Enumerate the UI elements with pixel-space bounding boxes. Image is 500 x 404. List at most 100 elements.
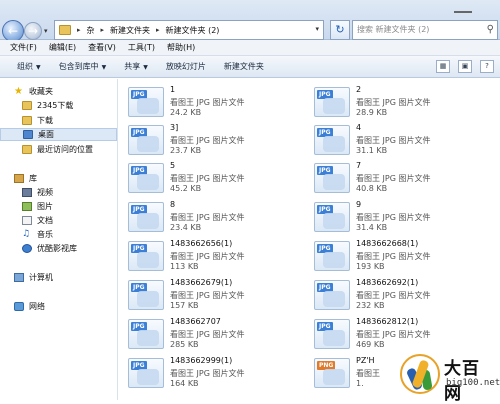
breadcrumb-item[interactable]: 新建文件夹 (2) (166, 25, 220, 36)
file-name: 3] (170, 123, 179, 132)
sidebar-item-desktop[interactable]: 桌面 (0, 128, 117, 141)
organize-button[interactable]: 组织 ▼ (8, 61, 50, 72)
jpg-file-icon: JPG (314, 319, 350, 349)
file-item[interactable]: JPG 9 看图王 JPG 图片文件 31.4 KB (304, 196, 484, 236)
file-list: JPG 1 看图王 JPG 图片文件 24.2 KB JPG 2 看图王 JPG… (118, 79, 500, 404)
sidebar-item-documents[interactable]: 文档 (22, 214, 53, 227)
sidebar-item-label: 音乐 (37, 230, 53, 239)
desktop-icon (23, 130, 33, 139)
sidebar-item-computer[interactable]: 计算机 (14, 271, 53, 284)
sidebar-item-recent[interactable]: 最近访问的位置 (22, 143, 93, 156)
sidebar-item-network[interactable]: 网络 (14, 300, 45, 313)
watermark-url: big100.net (446, 378, 500, 388)
file-name: 4 (356, 123, 362, 132)
file-size: 31.1 KB (356, 146, 388, 155)
breadcrumb-item[interactable]: 杂 (87, 25, 95, 36)
file-item[interactable]: JPG 8 看图王 JPG 图片文件 23.4 KB (118, 196, 298, 236)
menu-help[interactable]: 帮助(H) (161, 42, 201, 53)
file-type: 看图王 JPG 图片文件 (170, 369, 245, 378)
file-size: 193 KB (356, 262, 385, 271)
search-input[interactable]: 搜索 新建文件夹 (2) ⚲ (352, 20, 498, 40)
file-item[interactable]: JPG 4 看图王 JPG 图片文件 31.1 KB (304, 119, 484, 159)
breadcrumb-item[interactable]: 新建文件夹 (110, 25, 150, 36)
file-name: 1483662999(1) (170, 356, 233, 365)
file-item[interactable]: JPG 1483662999(1) 看图王 JPG 图片文件 164 KB (118, 352, 298, 392)
preview-pane-icon[interactable]: ▣ (458, 60, 472, 73)
sidebar-item-2345-downloads[interactable]: 2345下载 (22, 99, 73, 112)
back-button[interactable]: ← (2, 20, 24, 42)
recent-pages-dropdown[interactable]: ▾ (44, 27, 48, 35)
file-name: 1483662668(1) (356, 239, 419, 248)
sidebar-item-label: 网络 (29, 302, 45, 311)
file-item[interactable]: JPG 1483662812(1) 看图王 JPG 图片文件 469 KB (304, 313, 484, 353)
breadcrumb[interactable]: ▸ 杂 ▸ 新建文件夹 ▸ 新建文件夹 (2) ▾ (54, 20, 324, 40)
file-item[interactable]: JPG 2 看图王 JPG 图片文件 28.9 KB (304, 81, 484, 121)
file-item[interactable]: JPG 3] 看图王 JPG 图片文件 23.7 KB (118, 119, 298, 159)
video-icon (22, 188, 32, 197)
sidebar-item-label: 桌面 (38, 130, 54, 139)
file-name: PZ'H (356, 356, 375, 365)
sidebar-item-label: 计算机 (29, 273, 53, 282)
menu-edit[interactable]: 编辑(E) (43, 42, 82, 53)
chevron-right-icon[interactable]: ▸ (101, 26, 105, 34)
file-name: 7 (356, 161, 362, 170)
include-library-button[interactable]: 包含到库中 ▼ (50, 61, 116, 72)
file-name: 1483662656(1) (170, 239, 233, 248)
sidebar-item-downloads[interactable]: 下载 (22, 114, 53, 127)
sidebar-item-pictures[interactable]: 图片 (22, 200, 53, 213)
new-folder-button[interactable]: 新建文件夹 (215, 61, 273, 72)
sidebar-item-label: 视频 (37, 188, 53, 197)
file-size: 1. (356, 379, 364, 388)
sidebar-item-music[interactable]: ♫ 音乐 (22, 228, 53, 241)
search-icon[interactable]: ⚲ (487, 21, 494, 39)
jpg-file-icon: JPG (314, 87, 350, 117)
navigation-pane: ★ 收藏夹 2345下载 下载 桌面 最近访问的位置 库 视频 图片 文档 ♫ … (0, 79, 118, 400)
refresh-button[interactable]: ↻ (330, 20, 350, 40)
file-item[interactable]: JPG 5 看图王 JPG 图片文件 45.2 KB (118, 157, 298, 197)
sidebar-item-label: 收藏夹 (29, 87, 53, 96)
chevron-down-icon[interactable]: ▾ (315, 25, 319, 33)
sidebar-item-label: 最近访问的位置 (37, 145, 93, 154)
command-bar: 组织 ▼ 包含到库中 ▼ 共享 ▼ 放映幻灯片 新建文件夹 ▦ ▣ ? (0, 56, 500, 78)
jpg-file-icon: JPG (314, 280, 350, 310)
file-item[interactable]: JPG 1483662707 看图王 JPG 图片文件 285 KB (118, 313, 298, 353)
jpg-file-icon: JPG (128, 358, 164, 388)
sidebar-item-media-library[interactable]: 优酷影视库 (22, 242, 77, 255)
chevron-down-icon: ▼ (36, 64, 41, 71)
forward-button[interactable]: → (24, 22, 42, 40)
file-name: 1483662812(1) (356, 317, 419, 326)
media-library-icon (22, 244, 32, 253)
folder-icon (59, 25, 71, 35)
sidebar-item-libraries[interactable]: 库 (14, 172, 37, 185)
file-item[interactable]: JPG 1483662679(1) 看图王 JPG 图片文件 157 KB (118, 274, 298, 314)
file-type: 看图王 JPG 图片文件 (356, 136, 431, 145)
help-icon[interactable]: ? (480, 60, 494, 73)
chevron-right-icon[interactable]: ▸ (156, 26, 160, 34)
view-options-icon[interactable]: ▦ (436, 60, 450, 73)
file-size: 31.4 KB (356, 223, 388, 232)
recent-places-icon (22, 145, 32, 154)
file-type: 看图王 JPG 图片文件 (170, 330, 245, 339)
file-size: 23.7 KB (170, 146, 202, 155)
sidebar-item-videos[interactable]: 视频 (22, 186, 53, 199)
file-type: 看图王 JPG 图片文件 (170, 174, 245, 183)
sidebar-item-favorites[interactable]: ★ 收藏夹 (14, 85, 53, 98)
share-button[interactable]: 共享 ▼ (115, 61, 157, 72)
file-item[interactable]: JPG 1483662668(1) 看图王 JPG 图片文件 193 KB (304, 235, 484, 275)
jpg-file-icon: JPG (128, 125, 164, 155)
slideshow-button[interactable]: 放映幻灯片 (157, 61, 215, 72)
minimize-button[interactable] (454, 3, 472, 13)
file-item[interactable]: JPG 7 看图王 JPG 图片文件 40.8 KB (304, 157, 484, 197)
menu-view[interactable]: 查看(V) (82, 42, 122, 53)
file-size: 232 KB (356, 301, 385, 310)
chevron-right-icon[interactable]: ▸ (77, 26, 81, 34)
file-item[interactable]: JPG 1 看图王 JPG 图片文件 24.2 KB (118, 81, 298, 121)
jpg-file-icon: JPG (314, 125, 350, 155)
file-size: 24.2 KB (170, 108, 202, 117)
file-item[interactable]: JPG 1483662656(1) 看图王 JPG 图片文件 113 KB (118, 235, 298, 275)
menu-file[interactable]: 文件(F) (4, 42, 43, 53)
file-size: 23.4 KB (170, 223, 202, 232)
menu-tools[interactable]: 工具(T) (122, 42, 161, 53)
file-size: 285 KB (170, 340, 199, 349)
file-item[interactable]: JPG 1483662692(1) 看图王 JPG 图片文件 232 KB (304, 274, 484, 314)
